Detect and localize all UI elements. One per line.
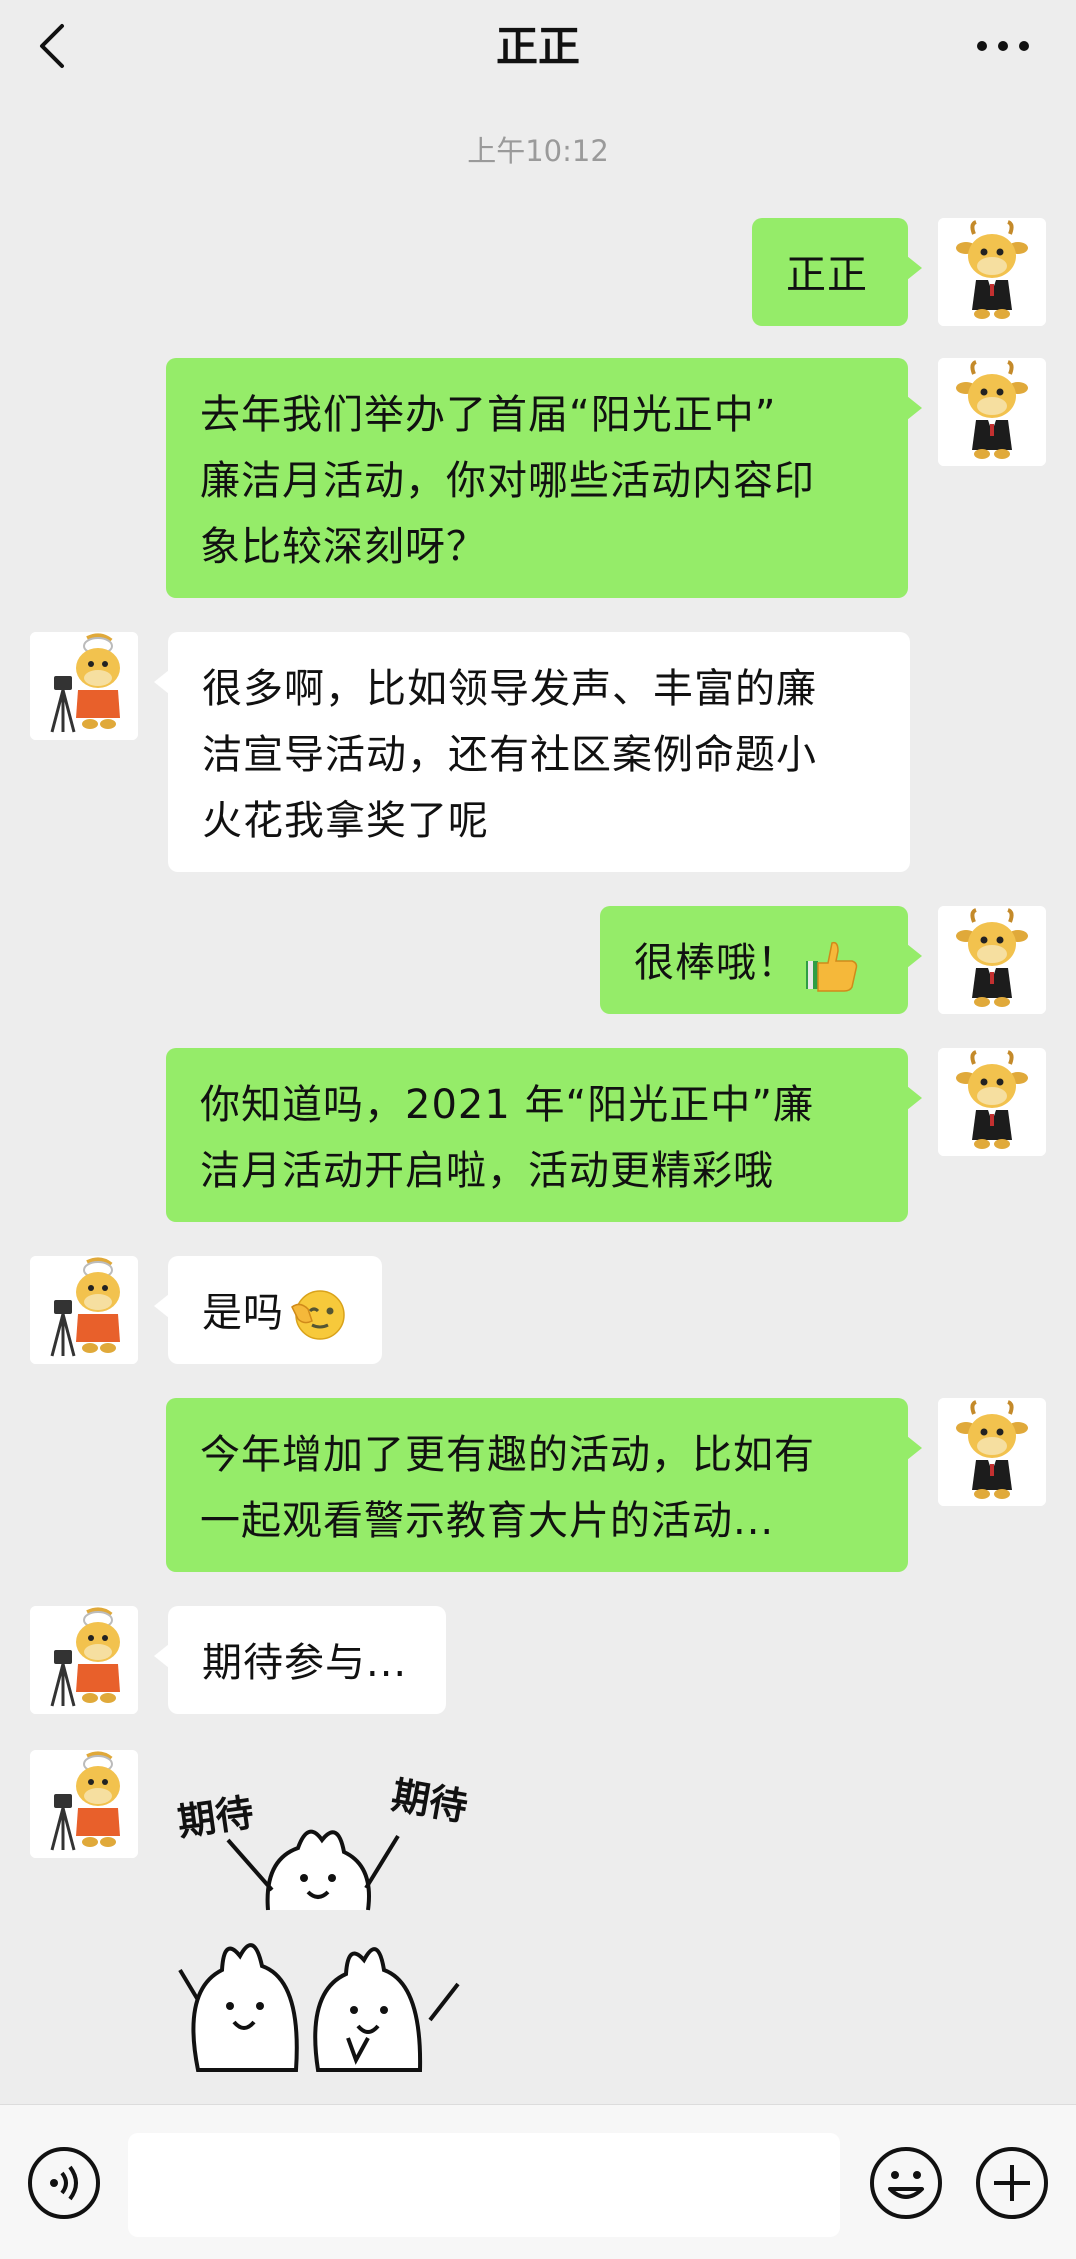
message-text: 是吗 xyxy=(202,1290,284,1336)
message-bubble-self[interactable]: 很棒哦！ xyxy=(600,906,922,1014)
message-text: 正正 xyxy=(786,252,868,298)
message-line: 你知道吗，2021 年“阳光正中”廉 xyxy=(200,1082,814,1128)
input-toolbar xyxy=(0,2104,1076,2259)
message-text: 期待参与... xyxy=(202,1640,408,1686)
sticker-text-right: 期待 xyxy=(388,1773,471,1830)
message-line: 洁宣导活动，还有社区案例命题小 xyxy=(202,732,817,778)
message-line: 象比较深刻呀？ xyxy=(200,524,487,570)
wink-face-icon xyxy=(291,1290,345,1340)
plus-icon[interactable] xyxy=(974,2145,1050,2221)
avatar-contact[interactable] xyxy=(30,1606,138,1714)
avatar-contact[interactable] xyxy=(30,1256,138,1364)
avatar-self[interactable] xyxy=(938,218,1046,326)
message-line: 廉洁月活动，你对哪些活动内容印 xyxy=(200,458,815,504)
message-line: 一起观看警示教育大片的活动... xyxy=(200,1498,775,1544)
message-bubble-self[interactable]: 你知道吗，2021 年“阳光正中”廉 洁月活动开启啦，活动更精彩哦 xyxy=(166,1048,922,1222)
avatar-self[interactable] xyxy=(938,358,1046,466)
chat-title: 正正 xyxy=(495,22,580,71)
message-line: 很多啊，比如领导发声、丰富的廉 xyxy=(202,666,817,712)
message-input[interactable] xyxy=(128,2133,840,2237)
message-bubble-other[interactable]: 是吗 xyxy=(154,1256,382,1364)
voice-icon[interactable] xyxy=(26,2145,102,2221)
avatar-self[interactable] xyxy=(938,1398,1046,1506)
message-bubble-self[interactable]: 去年我们举办了首届“阳光正中” 廉洁月活动，你对哪些活动内容印 象比较深刻呀？ xyxy=(166,358,922,598)
sticker-image[interactable]: 期待 期待 xyxy=(168,1770,498,2080)
more-dots-icon[interactable] xyxy=(976,36,1030,56)
avatar-contact[interactable] xyxy=(30,1750,138,1858)
message-bubble-other[interactable]: 很多啊，比如领导发声、丰富的廉 洁宣导活动，还有社区案例命题小 火花我拿奖了呢 xyxy=(154,632,910,872)
message-bubble-self[interactable]: 正正 xyxy=(752,218,922,326)
message-timestamp: 上午10:12 xyxy=(467,134,609,168)
thumbs-up-icon xyxy=(806,941,858,992)
message-line: 今年增加了更有趣的活动，比如有 xyxy=(200,1432,815,1478)
message-line: 去年我们举办了首届“阳光正中” xyxy=(200,392,777,438)
avatar-contact[interactable] xyxy=(30,632,138,740)
avatar-self[interactable] xyxy=(938,906,1046,1014)
message-text: 很棒哦！ xyxy=(634,940,798,986)
chat-header: 正正 xyxy=(0,0,1076,110)
smile-icon[interactable] xyxy=(868,2145,944,2221)
message-line: 火花我拿奖了呢 xyxy=(202,798,489,844)
message-line: 洁月活动开启啦，活动更精彩哦 xyxy=(200,1148,774,1194)
message-bubble-self[interactable]: 今年增加了更有趣的活动，比如有 一起观看警示教育大片的活动... xyxy=(166,1398,922,1572)
avatar-self[interactable] xyxy=(938,1048,1046,1156)
sticker-text-left: 期待 xyxy=(175,1790,256,1844)
message-bubble-other[interactable]: 期待参与... xyxy=(154,1606,446,1714)
